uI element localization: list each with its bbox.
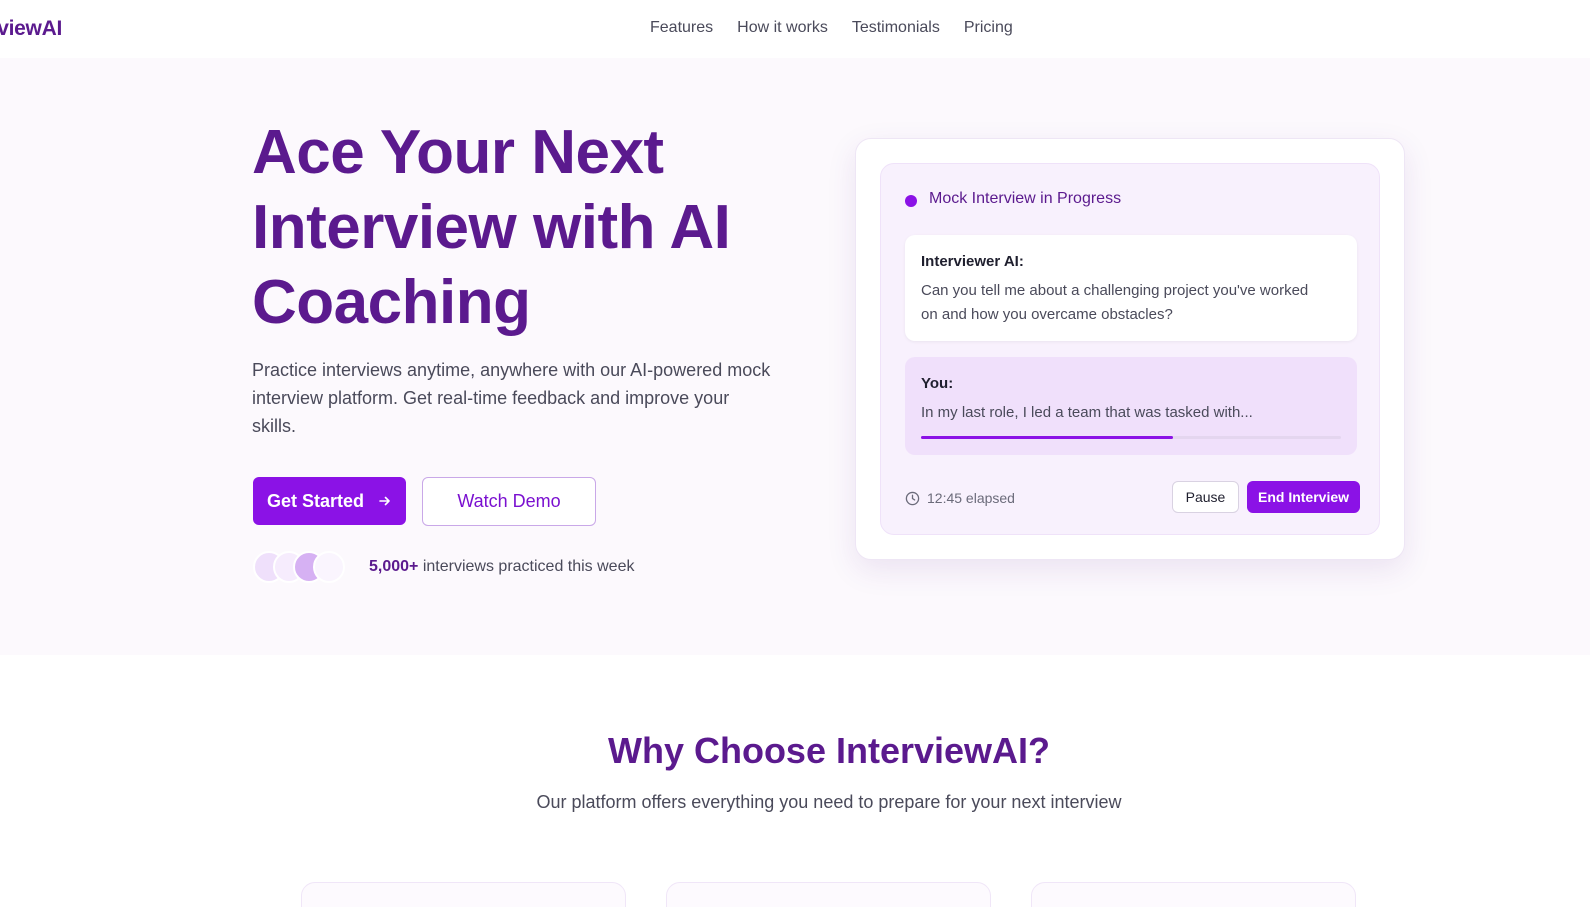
social-proof: 5,000+ interviews practiced this week [369, 558, 634, 576]
features-title: Why Choose InterviewAI? [607, 730, 1051, 771]
nav-link-pricing[interactable]: Pricing [964, 19, 1013, 37]
user-label: You: [921, 375, 954, 392]
feature-card [1031, 882, 1356, 907]
avatar [313, 551, 345, 583]
session-status: Mock Interview in Progress [929, 190, 1122, 207]
top-nav: erviewAI Features How it works Testimoni… [0, 0, 1590, 60]
response-progress-bar [921, 436, 1341, 439]
nav-links: Features How it works Testimonials Prici… [650, 19, 1013, 37]
get-started-button[interactable]: Get Started [253, 477, 406, 525]
get-started-label: Get Started [266, 490, 365, 511]
arrow-right-icon [379, 496, 390, 506]
user-text: In my last role, I led a team that was t… [921, 404, 1253, 421]
interview-preview-card: Mock Interview in Progress Interviewer A… [855, 138, 1405, 560]
interview-session-panel: Mock Interview in Progress Interviewer A… [880, 163, 1380, 535]
status-dot-icon [905, 195, 917, 207]
interviewer-text: Can you tell me about a challenging proj… [921, 282, 1309, 323]
user-message: You: In my last role, I led a team that … [905, 357, 1357, 455]
social-proof-text: interviews practiced this week [418, 558, 635, 575]
social-proof-count: 5,000+ [369, 558, 419, 575]
feature-card [666, 882, 991, 907]
logo[interactable]: erviewAI [0, 17, 62, 41]
feature-card [301, 882, 626, 907]
nav-link-features[interactable]: Features [650, 19, 713, 37]
nav-link-testimonials[interactable]: Testimonials [852, 19, 940, 37]
response-progress-fill [921, 436, 1173, 439]
nav-link-how-it-works[interactable]: How it works [737, 19, 828, 37]
watch-demo-button[interactable]: Watch Demo [422, 477, 596, 526]
interviewer-label: Interviewer AI: [921, 253, 1024, 270]
pause-button[interactable]: Pause [1172, 481, 1239, 513]
hero-section: Ace Your Next Interview with AI Coaching… [0, 58, 1590, 655]
elapsed-text: 12:45 elapsed [927, 490, 1015, 506]
hero-title: Ace Your Next Interview with AI Coaching [252, 118, 731, 337]
elapsed-timer: 12:45 elapsed [905, 490, 1015, 506]
avatar-group [253, 551, 348, 583]
features-subtitle: Our platform offers everything you need … [536, 792, 1122, 812]
hero-subtitle: Practice interviews anytime, anywhere wi… [252, 360, 771, 436]
interviewer-message: Interviewer AI: Can you tell me about a … [905, 235, 1357, 341]
end-interview-button[interactable]: End Interview [1247, 481, 1360, 513]
clock-icon [905, 491, 920, 505]
